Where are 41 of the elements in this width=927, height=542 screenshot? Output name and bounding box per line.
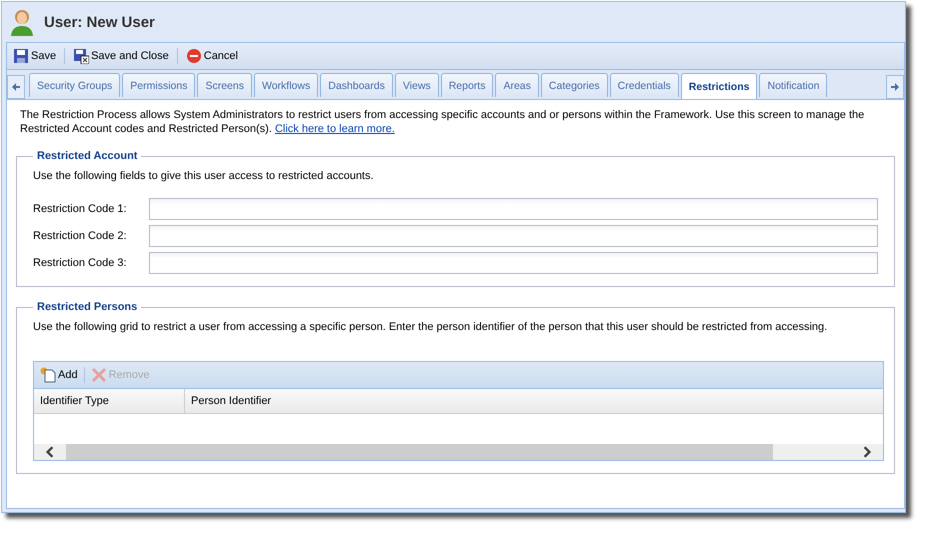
scroll-left-button[interactable] [7, 75, 25, 99]
right-arrow-icon [890, 82, 900, 92]
cancel-icon [186, 48, 202, 64]
tab[interactable]: Credentials [610, 73, 679, 97]
field-label: Restriction Code 1: [33, 203, 128, 215]
group-description: Use the following grid to restrict a user from accessing a specific person. Enter the person identifier of the person that this user should be restricted from accessing. [33, 321, 828, 333]
window-title: User: New User [44, 14, 155, 30]
user-icon [10, 8, 34, 36]
tab[interactable]: Dashboards [320, 73, 393, 97]
field-label: Restriction Code 2: [33, 230, 128, 242]
tab[interactable]: Permissions [122, 73, 196, 97]
intro-text: The Restriction Process allows System Administrators to restrict users from accessing specific accounts and or persons within the Framework. Use this screen to manage the Restricted Account codes and Restricted Person(s). Click here to learn more. [20, 108, 866, 136]
tab[interactable]: Workflows [254, 73, 318, 97]
input-field[interactable] [149, 225, 878, 247]
floppy-disk-close-icon [73, 48, 90, 64]
group-legend: Restricted Persons [33, 301, 142, 313]
column-header[interactable]: Identifier Type [34, 389, 185, 413]
left-arrow-icon [11, 82, 21, 92]
tab[interactable]: Restrictions [680, 73, 758, 99]
new-document-icon [40, 367, 56, 383]
save-and-close-button[interactable]: Save and Close [71, 46, 171, 66]
column-header[interactable]: Person Identifier [185, 389, 278, 413]
tab[interactable]: Areas [495, 73, 539, 97]
tab[interactable]: Views [394, 73, 439, 97]
tab[interactable]: Screens [197, 73, 252, 97]
tab[interactable]: Reports [440, 73, 494, 97]
field-label: Restriction Code 3: [33, 257, 128, 269]
tab[interactable]: Categories [540, 73, 608, 97]
horizontal-scrollbar[interactable] [34, 444, 883, 460]
scroll-right-button[interactable] [886, 75, 904, 99]
cancel-button[interactable]: Cancel [184, 46, 240, 66]
group-description: Use the following fields to give this user access to restricted accounts. [33, 170, 375, 182]
add-button[interactable]: Add [38, 365, 80, 385]
tab[interactable]: Security Groups [29, 73, 120, 97]
group-legend: Restricted Account [33, 150, 142, 162]
learn-more-link[interactable]: Click here to learn more. [274, 123, 395, 135]
input-field[interactable] [149, 252, 878, 274]
input-field[interactable] [149, 198, 878, 220]
save-button[interactable]: Save [11, 46, 58, 66]
tab[interactable]: Notification [759, 73, 828, 97]
x-icon [90, 367, 107, 383]
